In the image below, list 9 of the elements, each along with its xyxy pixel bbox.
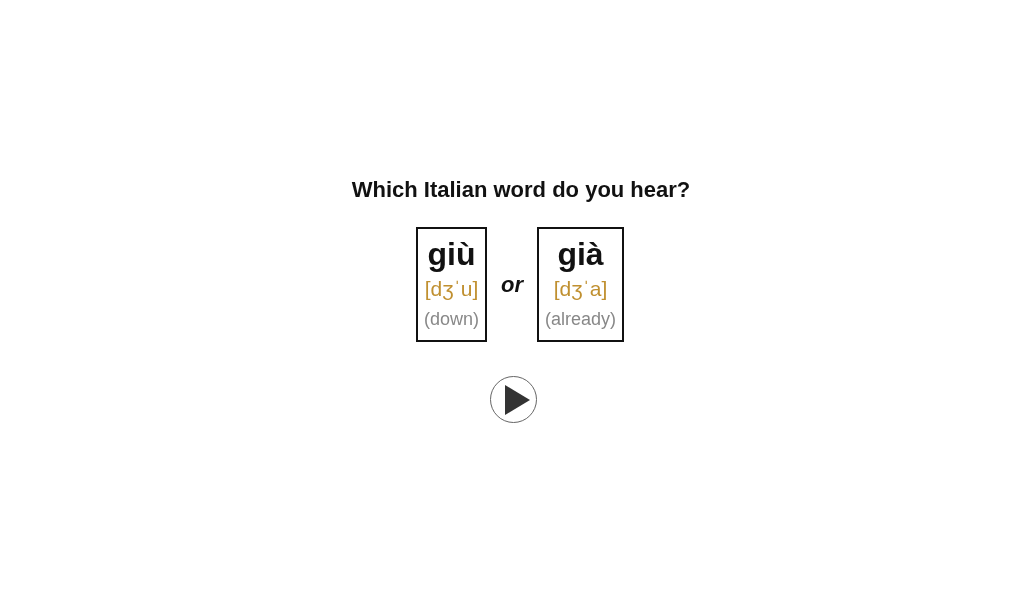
separator-text: or	[501, 271, 523, 298]
pronunciation-text: [dʒˈu]	[424, 276, 479, 302]
meaning-text: (down)	[423, 308, 479, 331]
play-button[interactable]	[489, 376, 537, 423]
meaning-text: (already)	[545, 308, 617, 331]
pronunciation-text: [dʒˈa]	[553, 276, 608, 302]
question-text: Which Italian word do you hear?	[351, 177, 691, 203]
word-text: giù	[427, 235, 476, 273]
word-text: già	[557, 235, 604, 273]
